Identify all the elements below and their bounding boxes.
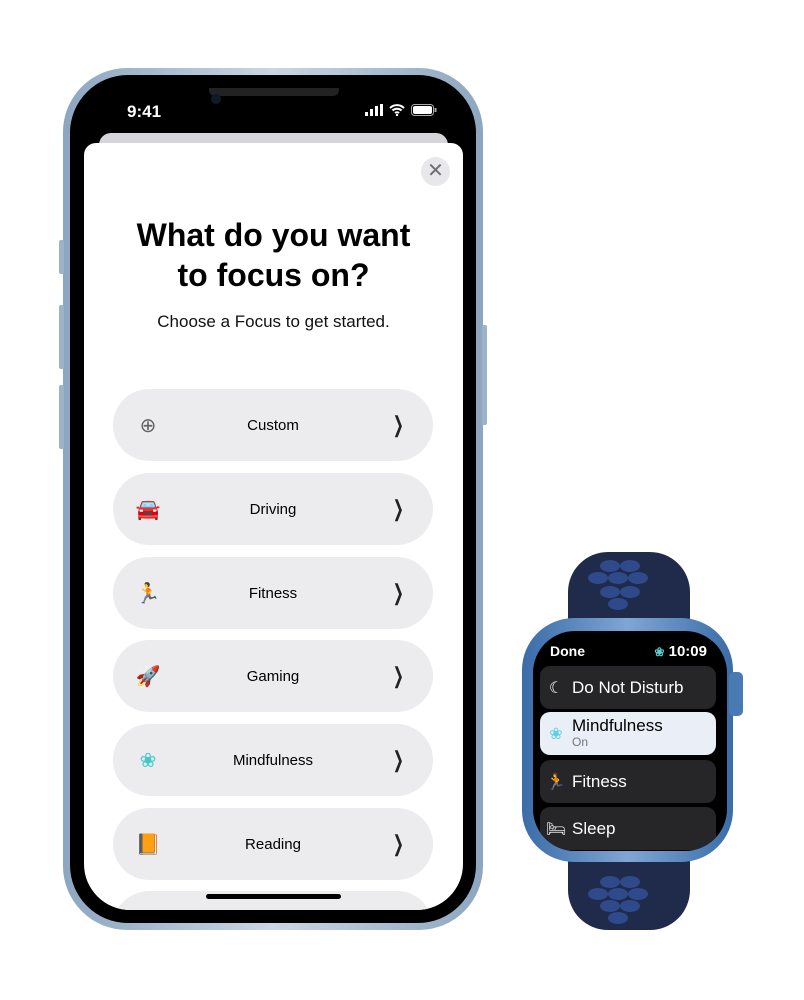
focus-sheet: ✕ What do you want to focus on? Choose a… xyxy=(84,143,463,910)
done-button[interactable]: Done xyxy=(550,643,585,659)
status-icons xyxy=(365,104,437,116)
band-hole xyxy=(608,572,628,584)
focus-option-label: Mindfulness xyxy=(232,751,314,769)
focus-option-label: Custom xyxy=(247,416,299,434)
watch-focus-do-not-disturb[interactable]: ☾ Do Not Disturb xyxy=(540,666,716,709)
chevron-right-icon: ❯ xyxy=(392,831,404,856)
watch-focus-label: Do Not Disturb xyxy=(572,678,684,697)
watch-screen: Done ❀ 10:09 ☾ Do Not Disturb ❀ Mindfulness… xyxy=(533,631,727,851)
focus-option-label: Gaming xyxy=(246,667,300,685)
watch-focus-fitness[interactable]: 🏃 Fitness xyxy=(540,760,716,803)
speaker-grille xyxy=(209,88,339,96)
close-button[interactable]: ✕ xyxy=(421,157,450,186)
battery-icon xyxy=(411,104,437,116)
cellular-signal-icon xyxy=(365,104,383,116)
watch-focus-mindfulness[interactable]: ❀ Mindfulness On xyxy=(540,712,716,755)
page-subtitle: Choose a Focus to get started. xyxy=(157,312,390,331)
page-title: What do you want to focus on? xyxy=(136,217,411,293)
band-hole xyxy=(608,888,628,900)
band-hole xyxy=(620,560,640,572)
phone-silent-switch xyxy=(59,240,64,274)
band-hole xyxy=(600,560,620,572)
front-camera xyxy=(211,94,221,104)
band-hole xyxy=(600,876,620,888)
chevron-right-icon: ❯ xyxy=(392,580,404,605)
close-icon: ✕ xyxy=(427,160,444,182)
chevron-right-icon: ❯ xyxy=(392,663,404,688)
status-time: 9:41 xyxy=(127,102,162,121)
plus-circle-icon: ⊕ xyxy=(139,414,157,437)
watch-focus-label: Mindfulness xyxy=(572,715,663,735)
band-hole xyxy=(608,598,628,610)
chevron-right-icon: ❯ xyxy=(392,496,404,521)
chevron-right-icon: ❯ xyxy=(392,412,404,437)
wifi-icon xyxy=(389,104,405,116)
band-hole xyxy=(620,900,640,912)
phone-volume-up xyxy=(59,305,64,369)
band-hole xyxy=(628,572,648,584)
running-figure-icon: 🏃 xyxy=(546,773,566,791)
watch-focus-label: Sleep xyxy=(572,819,616,838)
focus-option-custom[interactable]: ⊕ Custom ❯ xyxy=(113,389,433,461)
phone-side-button xyxy=(482,325,487,425)
focus-option-fitness[interactable]: 🏃 Fitness ❯ xyxy=(113,557,433,629)
focus-option-label: Reading xyxy=(245,835,301,853)
focus-option-label: Driving xyxy=(249,500,297,518)
focus-option-gaming[interactable]: 🚀 Gaming ❯ xyxy=(113,640,433,712)
mindfulness-flower-icon: ❀ xyxy=(654,645,665,659)
phone-screen: 9:41 ✕ What do you want to focus on? Cho… xyxy=(84,88,463,910)
flower-icon: ❀ xyxy=(139,749,157,772)
moon-icon: ☾ xyxy=(548,679,564,697)
band-hole xyxy=(600,900,620,912)
bed-icon: 🛏 xyxy=(545,820,567,838)
book-icon: 📙 xyxy=(135,833,161,856)
watch-focus-sleep[interactable]: 🛏 Sleep xyxy=(540,807,716,850)
band-hole xyxy=(608,912,628,924)
focus-option-label: Fitness xyxy=(248,584,298,602)
chevron-right-icon: ❯ xyxy=(392,747,404,772)
band-hole xyxy=(600,586,620,598)
flower-icon: ❀ xyxy=(549,725,563,743)
band-hole xyxy=(588,572,608,584)
rocket-icon: 🚀 xyxy=(135,665,161,688)
band-hole xyxy=(620,586,640,598)
car-icon: 🚘 xyxy=(135,498,161,521)
band-hole xyxy=(588,888,608,900)
watch-time: ❀ 10:09 xyxy=(654,643,707,660)
watch-focus-status: On xyxy=(572,734,589,749)
focus-option-mindfulness[interactable]: ❀ Mindfulness ❯ xyxy=(113,724,433,796)
focus-option-driving[interactable]: 🚘 Driving ❯ xyxy=(113,473,433,545)
home-indicator[interactable] xyxy=(206,894,341,899)
focus-option-reading[interactable]: 📙 Reading ❯ xyxy=(113,808,433,880)
watch-focus-label: Fitness xyxy=(572,772,627,791)
band-hole xyxy=(628,888,648,900)
digital-crown[interactable] xyxy=(729,672,743,716)
band-hole xyxy=(620,876,640,888)
watch-time-text: 10:09 xyxy=(668,643,707,660)
running-figure-icon: 🏃 xyxy=(135,582,161,605)
phone-volume-down xyxy=(59,385,64,449)
